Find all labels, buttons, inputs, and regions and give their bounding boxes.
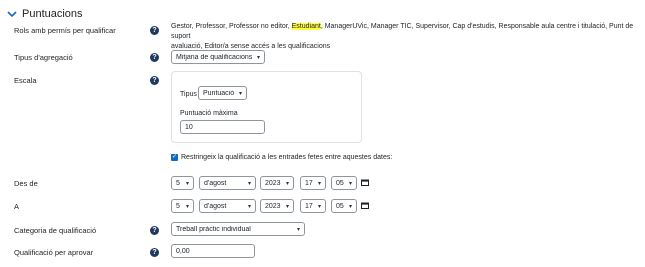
from-minute: 05 [336,179,344,187]
question-circle-icon[interactable]: ? [150,26,159,35]
to-month-select[interactable]: d'agost ▾ [199,199,256,213]
chevron-updown-icon: ▾ [317,203,321,210]
chevron-updown-icon: ▾ [185,180,189,187]
from-month: d'agost [204,179,227,187]
from-year: 2023 [265,179,281,187]
chevron-updown-icon: ▾ [247,203,251,210]
from-day: 5 [176,179,180,187]
category-select[interactable]: Treball pràctic individual ▾ [171,222,305,236]
chevron-updown-icon: ▾ [348,180,352,187]
to-month: d'agost [204,202,227,210]
chevron-updown-icon: ▾ [185,203,189,210]
question-circle-icon[interactable]: ? [150,248,159,257]
category-label: Categoria de qualificació [14,226,97,235]
aggregation-label: Tipus d'agregació [14,53,73,62]
scale-type-value: Puntuació [203,89,235,97]
roles-line2: avaluació, Editor/a sense accés a les qu… [171,43,331,50]
roles-text: Gestor, Professor, Professor no editor, … [171,22,641,52]
chevron-down-icon[interactable] [6,8,18,20]
to-hour-select[interactable]: 17 ▾ [300,199,326,213]
scale-type-select[interactable]: Puntuació ▾ [198,86,247,100]
to-year-select[interactable]: 2023 ▾ [260,199,294,213]
question-circle-icon[interactable]: ? [150,226,159,235]
to-day-select[interactable]: 5 ▾ [171,199,194,213]
aggregation-select[interactable]: Mitjana de qualificacions ▾ [171,50,265,64]
chevron-updown-icon: ▾ [238,90,242,97]
chevron-updown-icon: ▾ [296,226,300,233]
to-minute: 05 [336,202,344,210]
section-title: Puntuacions [22,8,83,20]
to-minute-select[interactable]: 05 ▾ [331,199,357,213]
to-hour: 17 [305,202,313,210]
question-circle-icon[interactable]: ? [150,76,159,85]
roles-highlight: Estudiant [291,23,321,30]
chevron-updown-icon: ▾ [285,203,289,210]
restrict-checkbox[interactable]: ✓ [171,154,178,161]
from-day-select[interactable]: 5 ▾ [171,176,194,190]
aggregation-value: Mitjana de qualificacions [176,53,253,61]
from-minute-select[interactable]: 05 ▾ [331,176,357,190]
chevron-updown-icon: ▾ [317,180,321,187]
from-label: Des de [14,179,38,188]
scale-label: Escala [14,76,37,85]
restrict-label: Restringeix la qualificació a les entrad… [181,154,393,161]
roles-label: Rols amb permís per qualificar [14,26,116,35]
max-grade-input[interactable]: 10 [180,120,265,134]
to-label: A [14,202,20,211]
pass-grade-input[interactable]: 0,00 [171,244,255,258]
scale-type-label: Tipus [180,91,197,98]
chevron-updown-icon: ▾ [285,180,289,187]
max-grade-label: Puntuació màxima [180,110,238,117]
chevron-updown-icon: ▾ [348,203,352,210]
section-header[interactable]: Puntuacions [6,8,83,20]
calendar-icon[interactable] [361,179,369,186]
chevron-updown-icon: ▾ [256,54,260,61]
to-year: 2023 [265,202,281,210]
category-value: Treball pràctic individual [176,225,251,233]
from-hour-select[interactable]: 17 ▾ [300,176,326,190]
roles-before: Gestor, Professor, Professor no editor, [171,23,292,30]
from-hour: 17 [305,179,313,187]
calendar-icon[interactable] [361,202,369,209]
question-circle-icon[interactable]: ? [150,53,159,62]
to-day: 5 [176,202,180,210]
pass-label: Qualificació per aprovar [14,248,94,257]
chevron-updown-icon: ▾ [247,180,251,187]
from-year-select[interactable]: 2023 ▾ [260,176,294,190]
from-month-select[interactable]: d'agost ▾ [199,176,256,190]
